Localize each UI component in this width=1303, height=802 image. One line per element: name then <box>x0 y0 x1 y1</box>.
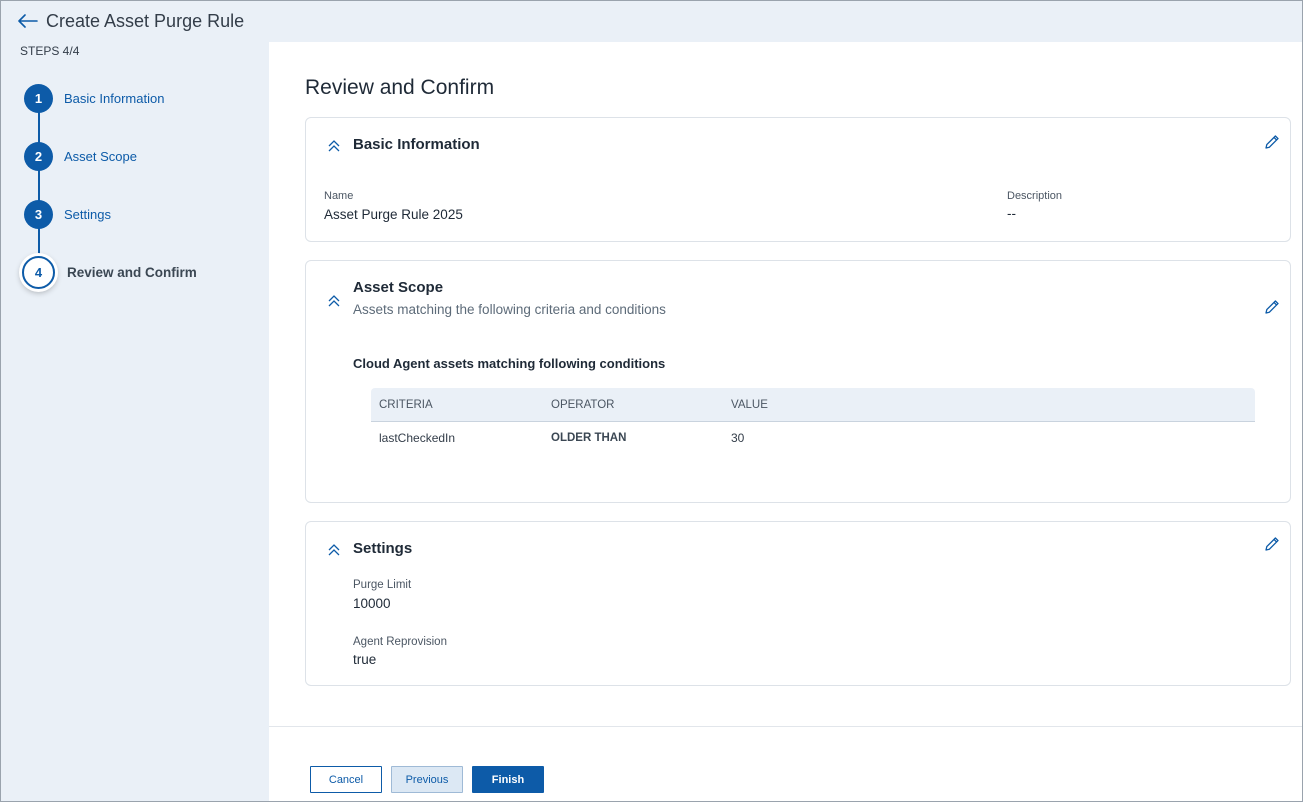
column-header-value: VALUE <box>731 398 768 411</box>
step-number-circle: 2 <box>24 142 53 171</box>
stepper-line <box>38 98 40 272</box>
pencil-icon[interactable] <box>1263 298 1281 316</box>
card-subtitle: Assets matching the following criteria a… <box>353 302 666 317</box>
step-settings[interactable]: 3 Settings <box>24 200 111 229</box>
step-label[interactable]: Asset Scope <box>64 149 137 164</box>
step-number-circle-current: 4 <box>22 256 55 289</box>
footer-divider <box>269 726 1302 727</box>
value-cell: 30 <box>731 431 745 445</box>
chevron-double-up-icon[interactable] <box>327 139 341 153</box>
step-number-circle: 3 <box>24 200 53 229</box>
column-header-criteria: CRITERIA <box>379 398 433 411</box>
finish-button[interactable]: Finish <box>472 766 544 793</box>
agent-reprovision-label: Agent Reprovision <box>353 636 447 648</box>
name-label: Name <box>324 190 354 202</box>
step-label[interactable]: Settings <box>64 207 111 222</box>
cancel-button[interactable]: Cancel <box>310 766 382 793</box>
section-title: Review and Confirm <box>305 76 495 99</box>
description-value: -- <box>1007 206 1016 221</box>
step-review-and-confirm: 4 Review and Confirm <box>22 256 197 289</box>
purge-limit-label: Purge Limit <box>353 579 412 591</box>
main-panel: Review and Confirm Basic Information Nam… <box>269 42 1302 802</box>
chevron-double-up-icon[interactable] <box>327 543 341 557</box>
pencil-icon[interactable] <box>1263 535 1281 553</box>
description-label: Description <box>1007 190 1063 202</box>
step-label-current: Review and Confirm <box>67 265 197 280</box>
step-label[interactable]: Basic Information <box>64 91 164 106</box>
header-bar: Create Asset Purge Rule <box>0 0 1303 42</box>
step-asset-scope[interactable]: 2 Asset Scope <box>24 142 137 171</box>
card-title: Asset Scope <box>353 279 444 296</box>
steps-counter: STEPS 4/4 <box>20 44 80 58</box>
table-row: lastCheckedIn OLDER THAN 30 <box>371 422 1255 454</box>
purge-limit-value: 10000 <box>353 596 391 611</box>
chevron-double-up-icon[interactable] <box>327 294 341 308</box>
conditions-heading: Cloud Agent assets matching following co… <box>353 356 666 371</box>
basic-information-card: Basic Information Name Asset Purge Rule … <box>305 117 1291 242</box>
arrow-left-icon[interactable] <box>18 11 38 31</box>
criteria-cell: lastCheckedIn <box>379 431 456 445</box>
agent-reprovision-value: true <box>353 652 377 667</box>
operator-cell: OLDER THAN <box>551 432 627 444</box>
pencil-icon[interactable] <box>1263 133 1281 151</box>
settings-card: Settings Purge Limit 10000 Agent Reprovi… <box>305 521 1291 686</box>
table-header: CRITERIA OPERATOR VALUE <box>371 388 1255 422</box>
criteria-table: CRITERIA OPERATOR VALUE lastCheckedIn OL… <box>371 388 1255 454</box>
card-title: Basic Information <box>353 136 480 153</box>
card-title: Settings <box>353 540 413 557</box>
step-basic-information[interactable]: 1 Basic Information <box>24 84 164 113</box>
name-value: Asset Purge Rule 2025 <box>324 207 463 222</box>
step-number-circle: 1 <box>24 84 53 113</box>
column-header-operator: OPERATOR <box>551 398 615 411</box>
previous-button[interactable]: Previous <box>391 766 463 793</box>
asset-scope-card: Asset Scope Assets matching the followin… <box>305 260 1291 503</box>
page-title: Create Asset Purge Rule <box>46 10 245 31</box>
